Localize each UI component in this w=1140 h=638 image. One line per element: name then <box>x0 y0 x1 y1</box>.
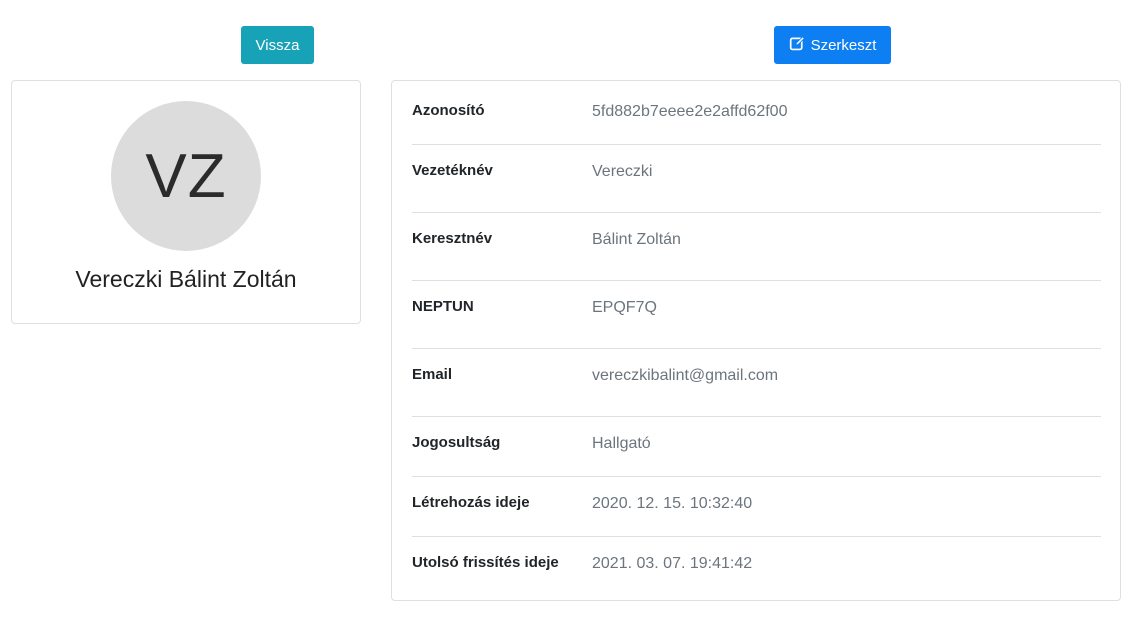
detail-label: Azonosító <box>412 102 485 119</box>
detail-label: Keresztnév <box>412 230 493 247</box>
detail-row-lastname: Vezetéknév Vereczki <box>412 145 1101 213</box>
edit-button[interactable]: Szerkeszt <box>774 26 891 64</box>
back-button-label: Vissza <box>255 36 300 54</box>
user-details-page: Vissza Szerkeszt VZ Vereczki Bálint Zolt… <box>0 0 1140 638</box>
detail-label: NEPTUN <box>412 298 474 315</box>
detail-row-updated: Utolsó frissítés ideje 2021. 03. 07. 19:… <box>412 537 1101 597</box>
detail-row-id: Azonosító 5fd882b7eeee2e2affd62f00 <box>412 81 1101 145</box>
detail-label: Jogosultság <box>412 434 501 451</box>
detail-label: Email <box>412 366 453 383</box>
detail-row-role: Jogosultság Hallgató <box>412 417 1101 477</box>
detail-value: vereczkibalint@gmail.com <box>592 367 779 384</box>
edit-button-label: Szerkeszt <box>810 36 877 54</box>
detail-label: Vezetéknév <box>412 162 493 179</box>
detail-value: 2020. 12. 15. 10:32:40 <box>592 495 753 512</box>
detail-value: EPQF7Q <box>592 299 657 316</box>
back-button[interactable]: Vissza <box>241 26 314 64</box>
profile-full-name: Vereczki Bálint Zoltán <box>75 266 297 292</box>
detail-row-firstname: Keresztnév Bálint Zoltán <box>412 213 1101 281</box>
details-card: Azonosító 5fd882b7eeee2e2affd62f00 Vezet… <box>391 80 1121 601</box>
detail-value: Vereczki <box>592 163 653 180</box>
detail-label: Létrehozás ideje <box>412 494 530 511</box>
detail-label: Utolsó frissítés ideje <box>412 554 559 571</box>
detail-value: Hallgató <box>592 435 651 452</box>
avatar: VZ <box>111 101 261 251</box>
detail-value: 5fd882b7eeee2e2affd62f00 <box>592 103 788 120</box>
edit-icon <box>789 35 806 56</box>
avatar-initials: VZ <box>145 141 227 211</box>
detail-row-neptun: NEPTUN EPQF7Q <box>412 281 1101 349</box>
detail-value: Bálint Zoltán <box>592 231 681 248</box>
profile-card: VZ Vereczki Bálint Zoltán <box>11 80 361 324</box>
detail-value: 2021. 03. 07. 19:41:42 <box>592 555 753 572</box>
detail-row-created: Létrehozás ideje 2020. 12. 15. 10:32:40 <box>412 477 1101 537</box>
detail-row-email: Email vereczkibalint@gmail.com <box>412 349 1101 417</box>
